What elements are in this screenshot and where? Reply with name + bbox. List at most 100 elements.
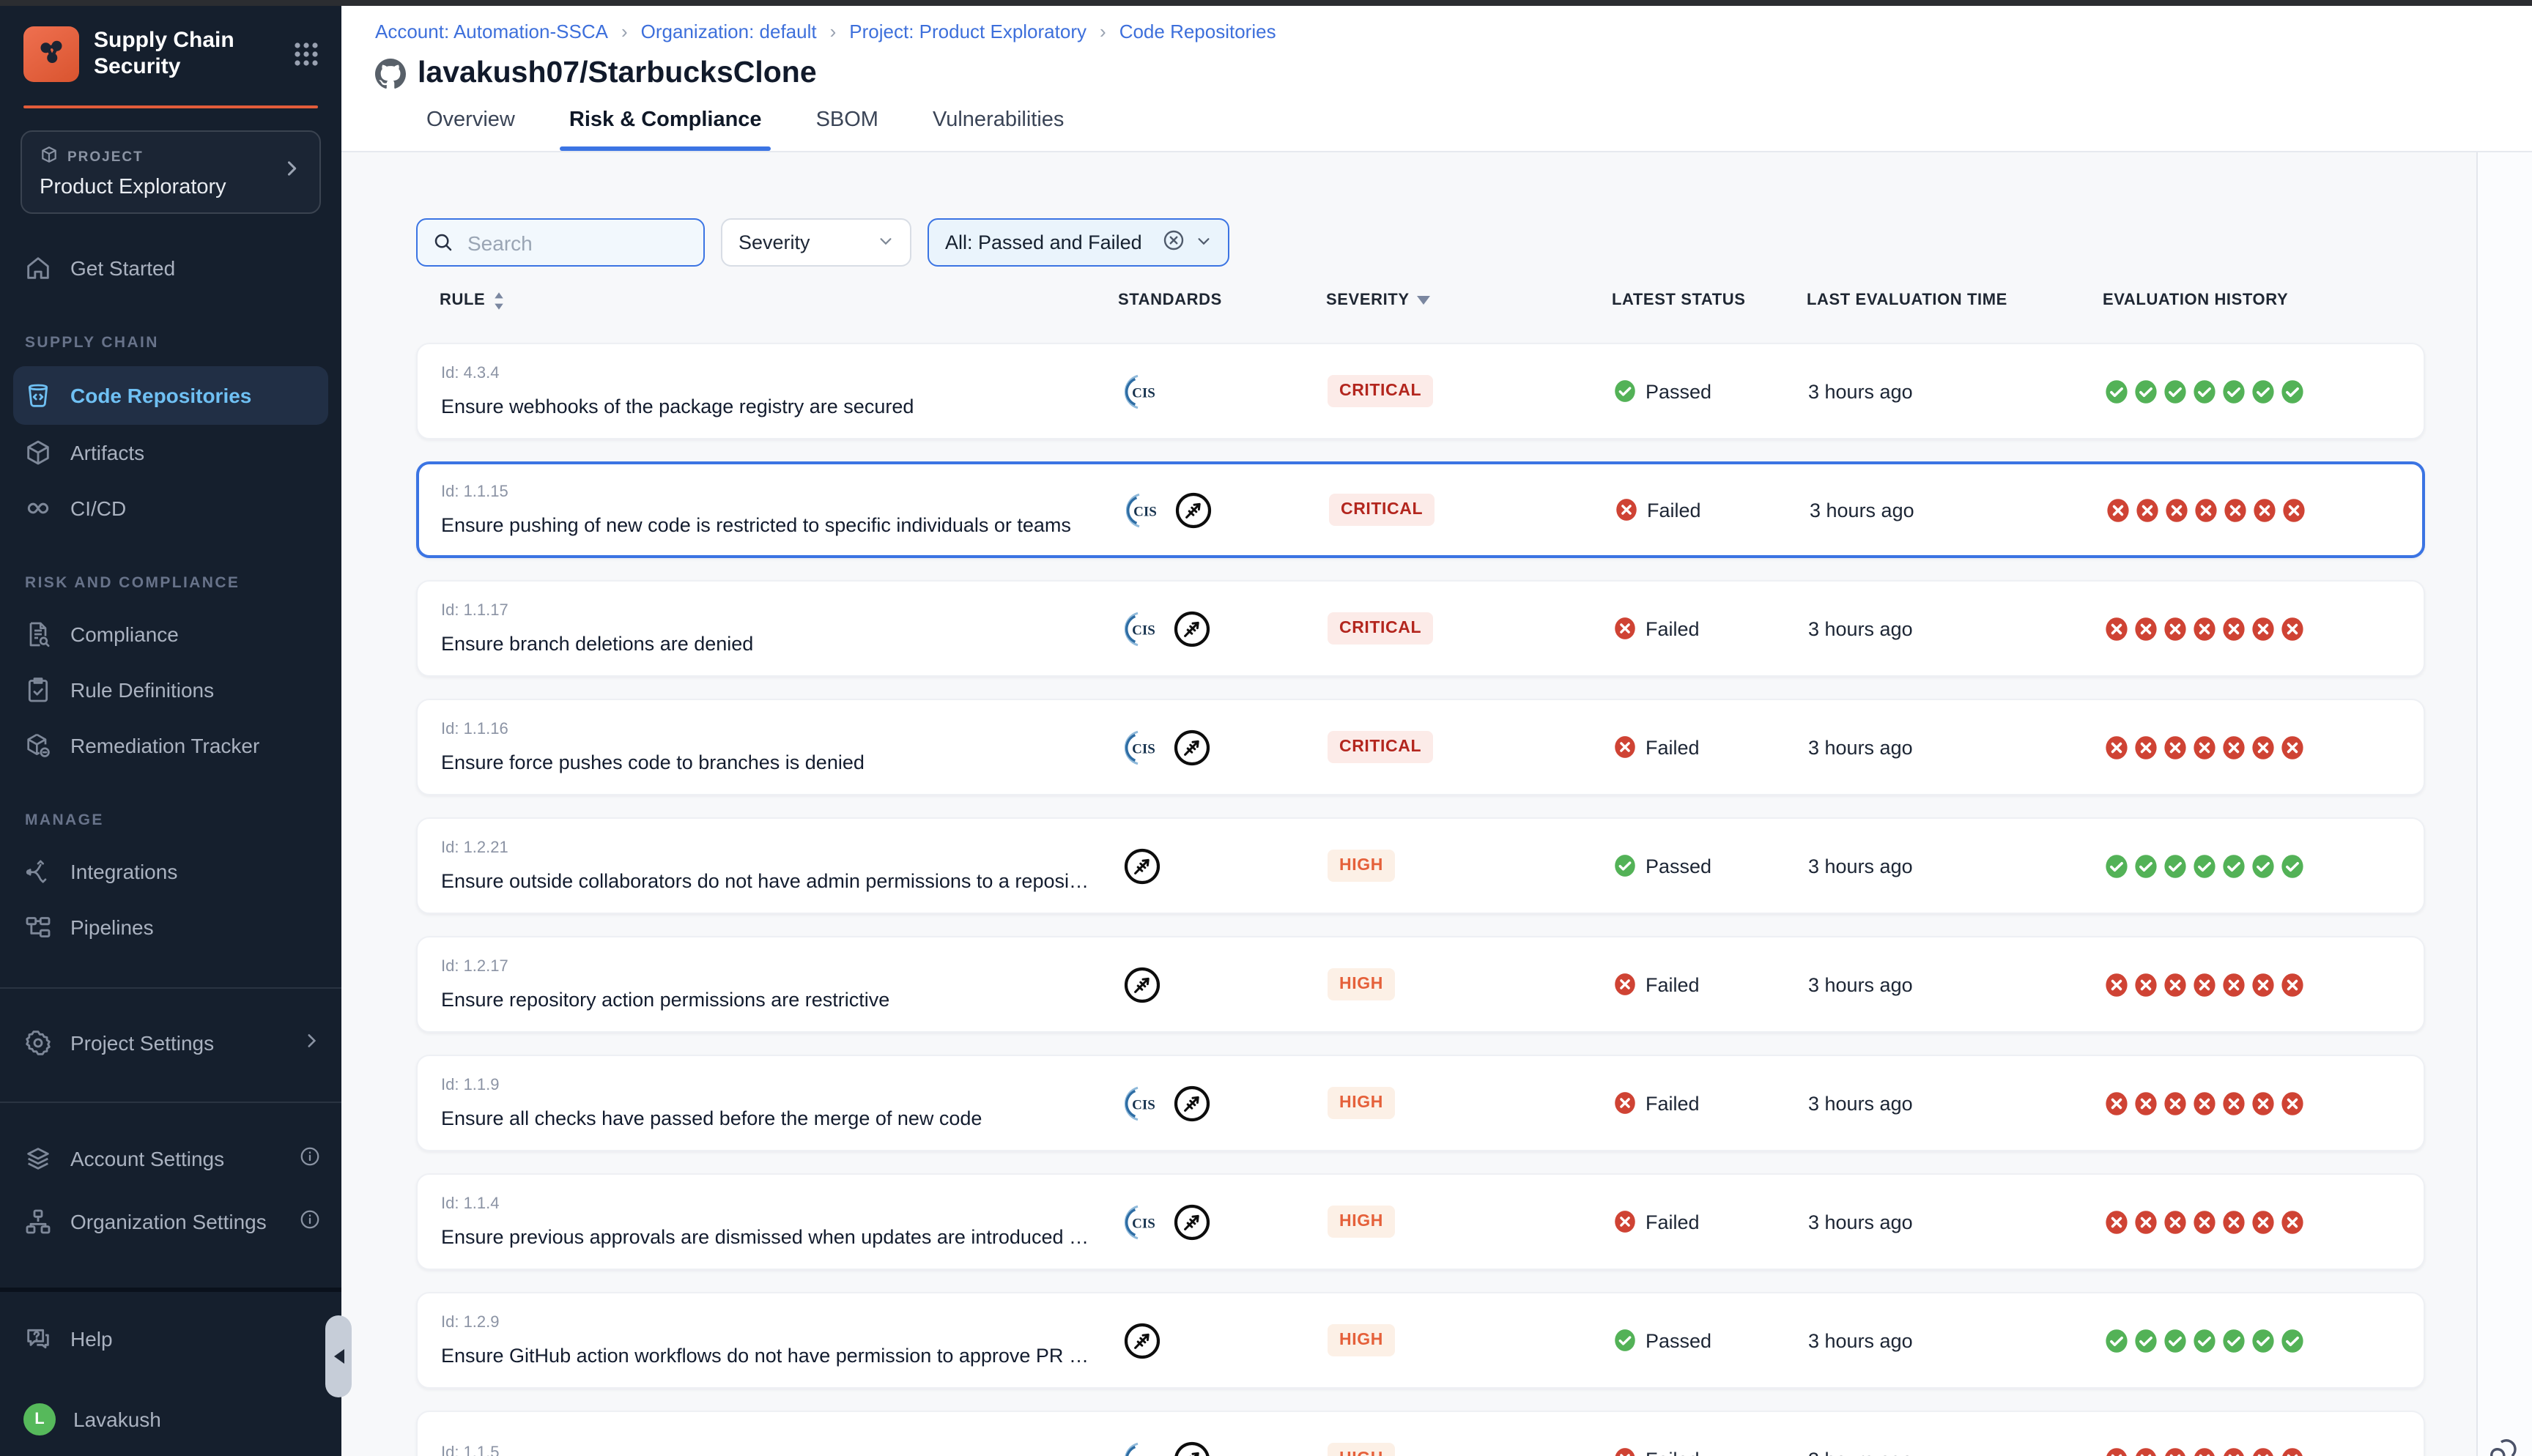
evaluation-history-cell: [2104, 1446, 2424, 1456]
clipboard-icon: [23, 675, 53, 705]
status-label: Failed: [1646, 736, 1700, 758]
history-fail-icon: [2106, 497, 2131, 522]
layers-gear-icon: [23, 1144, 53, 1173]
rule-name: Ensure force pushes code to branches is …: [441, 751, 1093, 773]
doc-icon: [23, 620, 53, 649]
last-evaluation-time: 3 hours ago: [1808, 973, 2104, 995]
history-pass-icon: [2163, 1328, 2188, 1353]
box-icon: [23, 438, 53, 467]
history-fail-icon: [2163, 1446, 2188, 1456]
status-filter-dropdown[interactable]: All: Passed and Failed: [928, 218, 1229, 267]
info-icon[interactable]: [299, 1145, 321, 1172]
tab-vulnerabilities[interactable]: Vulnerabilities: [933, 108, 1064, 151]
sidebar-item-organization-settings[interactable]: Organization Settings: [0, 1194, 341, 1249]
sidebar-item-label: Artifacts: [70, 441, 144, 464]
chevron-right-icon: [281, 158, 302, 186]
table-row[interactable]: Id: 1.1.16Ensure force pushes code to br…: [416, 699, 2425, 795]
sidebar-item-code-repositories[interactable]: Code Repositories: [13, 366, 328, 425]
table-row[interactable]: Id: 1.1.17Ensure branch deletions are de…: [416, 580, 2425, 677]
search-input[interactable]: [464, 229, 689, 256]
table-row[interactable]: Id: 1.1.9Ensure all checks have passed b…: [416, 1055, 2425, 1151]
cis-standard-icon: CIS: [1122, 371, 1162, 411]
column-header-rule[interactable]: RULE: [416, 291, 1112, 310]
app-window: Supply Chain Security PROJECT Product Ex…: [0, 0, 2532, 1456]
history-fail-icon: [2251, 1446, 2276, 1456]
history-pass-icon: [2251, 379, 2276, 404]
sidebar-item-account-settings[interactable]: Account Settings: [0, 1131, 341, 1186]
sidebar-item-remediation-tracker[interactable]: Remediation Tracker: [0, 718, 341, 773]
table-row[interactable]: Id: 1.1.4Ensure previous approvals are d…: [416, 1173, 2425, 1270]
sidebar-item-label: Help: [70, 1327, 321, 1351]
apps-grid-icon[interactable]: [292, 40, 321, 69]
rule-id: Id: 1.1.17: [441, 602, 1114, 620]
tab-risk-compliance[interactable]: Risk & Compliance: [569, 108, 762, 151]
history-fail-icon: [2280, 1209, 2305, 1234]
tab-sbom[interactable]: SBOM: [816, 108, 878, 151]
svg-text:CIS: CIS: [1132, 741, 1155, 757]
sidebar-footer-divider: [0, 1288, 341, 1292]
status-passed-icon: [1613, 854, 1637, 877]
evaluation-history-cell: [2104, 853, 2424, 878]
sidebar-item-rule-definitions[interactable]: Rule Definitions: [0, 662, 341, 718]
sidebar-item-compliance[interactable]: Compliance: [0, 606, 341, 662]
last-evaluation-time: 3 hours ago: [1810, 499, 2106, 521]
column-header-severity[interactable]: SEVERITY: [1326, 291, 1612, 309]
table-row[interactable]: Id: 1.1.15Ensure pushing of new code is …: [416, 461, 2425, 558]
sidebar-item-artifacts[interactable]: Artifacts: [0, 425, 341, 480]
cis-standard-icon: CIS: [1122, 727, 1162, 767]
sidebar-item-label: Project Settings: [70, 1031, 284, 1055]
nav-group-label-risk-and-compliance: RISK AND COMPLIANCE: [25, 574, 341, 592]
sort-icon[interactable]: [492, 291, 506, 310]
severity-filter-dropdown[interactable]: Severity: [721, 218, 911, 267]
sidebar-item-help[interactable]: Help: [0, 1311, 341, 1367]
table-row[interactable]: Id: 1.2.21Ensure outside collaborators d…: [416, 817, 2425, 914]
sidebar-collapse-handle[interactable]: [325, 1315, 352, 1397]
tab-overview[interactable]: Overview: [426, 108, 515, 151]
severity-cell: CRITICAL: [1328, 731, 1433, 763]
severity-cell: HIGH: [1328, 1087, 1395, 1119]
severity-cell: HIGH: [1328, 1206, 1395, 1238]
table-row[interactable]: Id: 1.2.17Ensure repository action permi…: [416, 936, 2425, 1033]
sidebar-item-integrations[interactable]: Integrations: [0, 844, 341, 899]
standards-cell: CIS: [1114, 1202, 1328, 1241]
evaluation-history-cell: [2104, 735, 2424, 759]
history-pass-icon: [2192, 853, 2217, 878]
info-icon[interactable]: [299, 1208, 321, 1235]
column-header-latest-status: LATEST STATUS: [1612, 291, 1807, 309]
clear-filter-icon[interactable]: [1162, 229, 1185, 256]
standards-cell: [1114, 846, 1328, 885]
sidebar-item-get-started[interactable]: Get Started: [0, 240, 341, 296]
breadcrumb-link-project-product-exploratory[interactable]: Project: Product Exploratory: [849, 21, 1087, 42]
sidebar-item-pipelines[interactable]: Pipelines: [0, 899, 341, 955]
sidebar-item-label: Remediation Tracker: [70, 734, 259, 757]
latest-status-cell: Failed: [1615, 498, 1810, 521]
cis-standard-icon: CIS: [1122, 1083, 1162, 1123]
user-avatar: L: [23, 1403, 56, 1435]
column-header-standards: STANDARDS: [1112, 291, 1326, 309]
standards-cell: CIS: [1114, 371, 1328, 411]
project-switcher[interactable]: PROJECT Product Exploratory: [21, 130, 321, 214]
status-passed-icon: [1613, 1329, 1637, 1352]
breadcrumb-link-account-automation-ssca[interactable]: Account: Automation-SSCA: [375, 21, 608, 42]
status-failed-icon: [1613, 735, 1637, 759]
sidebar-item-label: Account Settings: [70, 1147, 281, 1170]
history-fail-icon: [2280, 1091, 2305, 1115]
status-label: Failed: [1646, 1211, 1700, 1233]
rule-cell: Id: 1.2.21Ensure outside collaborators d…: [418, 819, 1114, 913]
severity-badge: CRITICAL: [1328, 375, 1433, 407]
severity-cell: CRITICAL: [1328, 612, 1433, 645]
table-row[interactable]: Id: 4.3.4Ensure webhooks of the package …: [416, 343, 2425, 439]
cis-standard-icon: CIS: [1122, 1439, 1162, 1456]
breadcrumb-link-code-repositories[interactable]: Code Repositories: [1119, 21, 1276, 42]
cis-standard-icon: CIS: [1122, 609, 1162, 648]
sidebar-item-ci-cd[interactable]: CI/CD: [0, 480, 341, 536]
sidebar-item-project-settings[interactable]: Project Settings: [0, 1015, 341, 1071]
table-row[interactable]: Id: 1.1.5CISHIGHFailed3 hours ago: [416, 1411, 2425, 1456]
breadcrumb-link-organization-default[interactable]: Organization: default: [641, 21, 817, 42]
history-pass-icon: [2192, 379, 2217, 404]
feedback-chat-icon[interactable]: [2487, 1434, 2522, 1456]
table-row[interactable]: Id: 1.2.9Ensure GitHub action workflows …: [416, 1292, 2425, 1389]
sidebar-item-label: Get Started: [70, 256, 175, 280]
owasp-standard-icon: [1172, 609, 1212, 648]
sidebar-item-user[interactable]: L Lavakush: [0, 1392, 341, 1447]
